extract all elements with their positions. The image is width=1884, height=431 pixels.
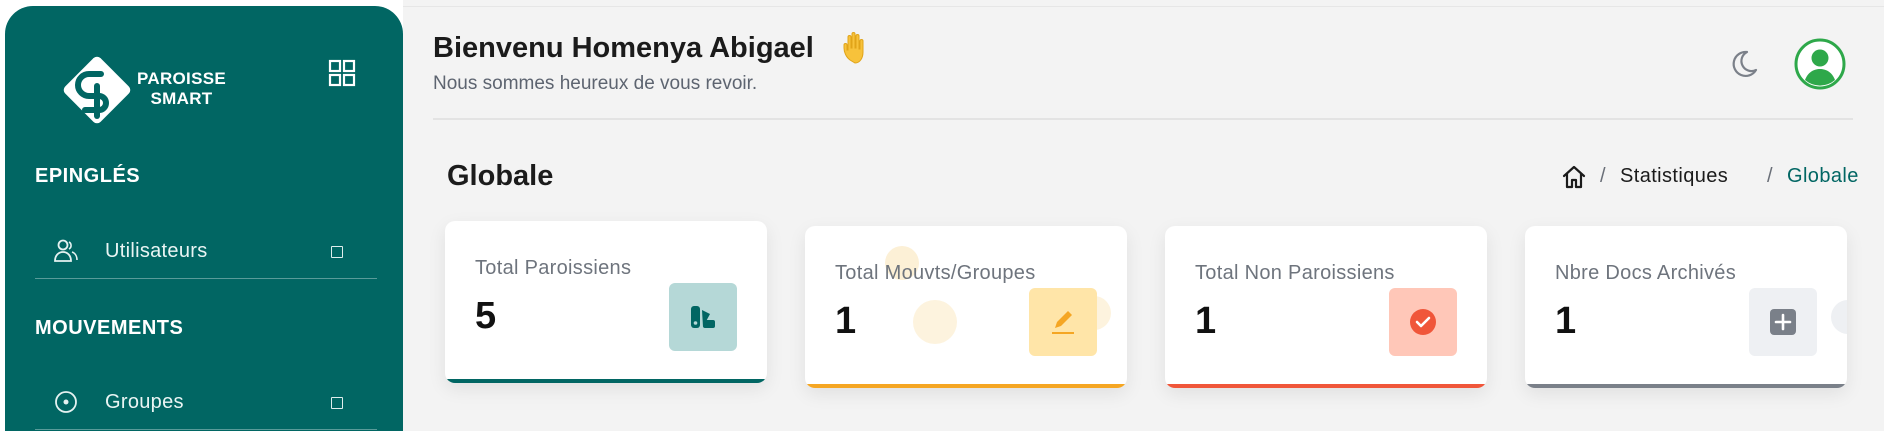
- card-accent-bar: [1165, 384, 1487, 388]
- swatches-icon: [669, 283, 737, 351]
- stat-card-mouvements[interactable]: Total Mouvts/Groupes 1: [805, 226, 1127, 388]
- sidebar-item-label: Utilisateurs: [105, 240, 208, 262]
- brand-logo[interactable]: PAROISSE SMART: [57, 50, 247, 130]
- sidebar: PAROISSE SMART EPINGLÉS Utilisateurs MOU…: [5, 6, 403, 431]
- page-title: Globale: [447, 160, 554, 192]
- card-accent-bar: [1525, 384, 1847, 388]
- moon-icon[interactable]: [1725, 46, 1761, 82]
- users-icon: [54, 239, 78, 262]
- stat-card-non-paroissiens[interactable]: Total Non Paroissiens 1: [1165, 226, 1487, 388]
- sidebar-section-pinned: EPINGLÉS: [35, 165, 141, 187]
- stat-label: Total Mouvts/Groupes: [835, 262, 1036, 284]
- circle-dot-icon: [55, 391, 77, 413]
- user-avatar-icon[interactable]: [1794, 38, 1846, 90]
- pencil-icon: [1029, 288, 1097, 356]
- logo-mark-icon: [63, 56, 131, 124]
- stat-value: 1: [1555, 300, 1577, 342]
- sidebar-item-label: Groupes: [105, 391, 184, 413]
- sidebar-section-mouvements: MOUVEMENTS: [35, 317, 184, 339]
- top-border: [403, 6, 1884, 7]
- decorative-bubble: [1831, 300, 1847, 334]
- stat-label: Total Non Paroissiens: [1195, 262, 1395, 284]
- breadcrumb-statistiques[interactable]: Statistiques: [1620, 165, 1728, 188]
- stat-value: 1: [1195, 300, 1217, 342]
- main-content: Bienvenu Homenya Abigael Nous sommes heu…: [403, 0, 1884, 431]
- breadcrumb-current: Globale: [1787, 165, 1859, 187]
- expand-toggle-icon[interactable]: [331, 246, 343, 258]
- brand-name: PAROISSE SMART: [137, 69, 226, 108]
- plus-square-icon: [1749, 288, 1817, 356]
- greeting-title: Bienvenu Homenya Abigael: [433, 32, 814, 64]
- stat-value: 1: [835, 300, 857, 342]
- breadcrumb-separator: /: [1767, 165, 1773, 187]
- expand-toggle-icon[interactable]: [331, 397, 343, 409]
- check-circle-icon: [1389, 288, 1457, 356]
- stat-value: 5: [475, 295, 497, 337]
- grid-icon[interactable]: [327, 58, 357, 88]
- header-divider: [433, 118, 1853, 120]
- stat-card-paroissiens[interactable]: Total Paroissiens 5: [445, 221, 767, 383]
- sidebar-item-groupes[interactable]: Groupes: [35, 375, 377, 429]
- card-accent-bar: [445, 379, 767, 383]
- waving-hand-icon: [843, 32, 864, 64]
- stat-label: Nbre Docs Archivés: [1555, 262, 1737, 284]
- home-icon[interactable]: [1560, 163, 1588, 191]
- sidebar-divider: [35, 278, 377, 279]
- sidebar-item-utilisateurs[interactable]: Utilisateurs: [35, 224, 377, 278]
- stat-label: Total Paroissiens: [475, 257, 632, 279]
- greeting-subtitle: Nous sommes heureux de vous revoir.: [433, 73, 758, 94]
- card-accent-bar: [805, 384, 1127, 388]
- sidebar-divider: [35, 429, 377, 430]
- decorative-bubble: [913, 300, 957, 344]
- stat-card-docs-archives[interactable]: Nbre Docs Archivés 1: [1525, 226, 1847, 388]
- breadcrumb-separator: /: [1600, 165, 1606, 187]
